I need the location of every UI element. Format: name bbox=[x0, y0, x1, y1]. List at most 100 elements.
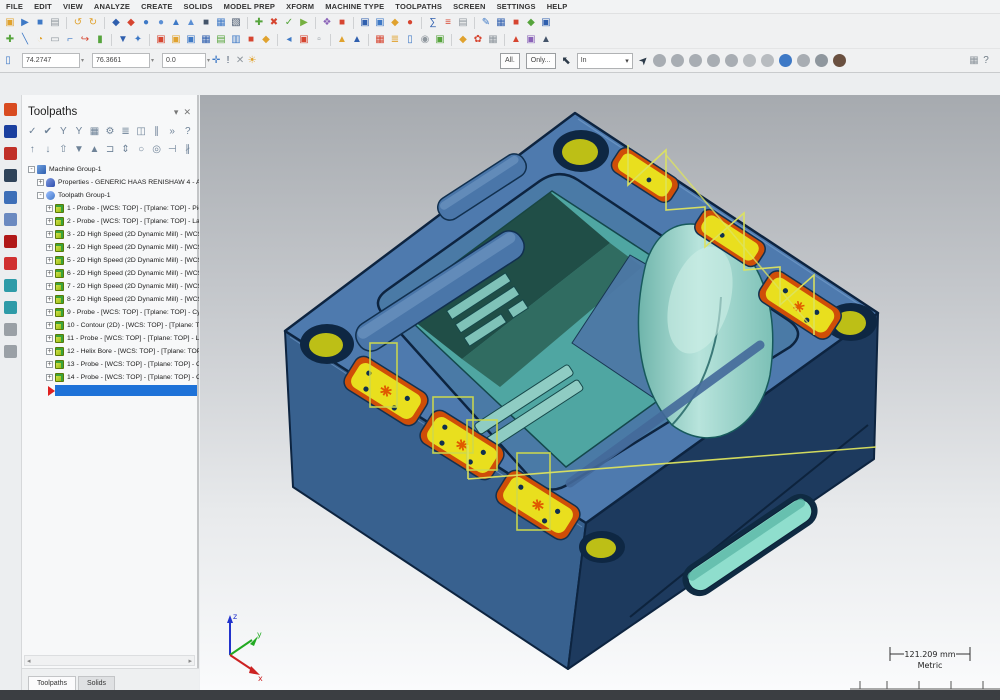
toolbar-icon[interactable]: ▲ bbox=[351, 34, 363, 46]
toolbar-icon[interactable]: ■ bbox=[245, 34, 257, 46]
toolbar-icon[interactable]: ▤ bbox=[215, 34, 227, 46]
toolpath-tree-item[interactable]: +8 - 2D High Speed (2D Dynamic Mill) - [… bbox=[22, 293, 199, 306]
panel-horizontal-scrollbar[interactable]: ◂ ▸ bbox=[24, 655, 195, 666]
insert-selection-bar[interactable] bbox=[55, 385, 197, 396]
toolbar-icon[interactable]: ◆ bbox=[260, 34, 272, 46]
toolbar-icon[interactable]: ▣ bbox=[540, 17, 552, 29]
panel-toolbar-icon[interactable]: ✔ bbox=[42, 125, 55, 138]
toolbar-icon[interactable]: ▣ bbox=[185, 34, 197, 46]
quick-mask-circle-button[interactable] bbox=[779, 54, 792, 67]
tree-expand-icon[interactable]: + bbox=[46, 361, 53, 368]
toolbar-icon[interactable]: ↺ bbox=[72, 17, 84, 29]
toolbar-icon[interactable]: ▤ bbox=[49, 17, 61, 29]
tree-expand-icon[interactable]: - bbox=[37, 192, 44, 199]
insert-arrow-icon[interactable] bbox=[48, 386, 55, 396]
toolbar-icon[interactable]: ▣ bbox=[170, 34, 182, 46]
toolpath-tree-item[interactable]: +13 - Probe - [WCS: TOP] - [Tplane: TOP]… bbox=[22, 358, 199, 371]
quick-mask-circle-button[interactable] bbox=[671, 54, 684, 67]
toolbar-icon[interactable]: ▣ bbox=[359, 17, 371, 29]
menu-model-prep[interactable]: MODEL PREP bbox=[224, 2, 275, 11]
tree-expand-icon[interactable]: + bbox=[46, 244, 53, 251]
toolbar-icon[interactable]: ✦ bbox=[132, 34, 144, 46]
panel-toolbar-icon[interactable]: ○ bbox=[135, 143, 148, 156]
toolpath-tree-item[interactable]: +14 - Probe - [WCS: TOP] - [Tplane: TOP]… bbox=[22, 371, 199, 384]
toolbar-icon[interactable]: ≡ bbox=[442, 17, 454, 29]
quick-mask-icon[interactable]: ⬉ bbox=[562, 54, 571, 67]
side-strip-icon[interactable] bbox=[4, 345, 17, 358]
coord-x-field[interactable] bbox=[22, 53, 80, 68]
tree-expand-icon[interactable]: + bbox=[37, 179, 44, 186]
toolbar-icon[interactable]: ↪ bbox=[79, 34, 91, 46]
toolpath-tree-item[interactable]: +10 - Contour (2D) - [WCS: TOP] - [Tplan… bbox=[22, 319, 199, 332]
quick-mask-circle-button[interactable] bbox=[797, 54, 810, 67]
quick-mask-circle-button[interactable] bbox=[815, 54, 828, 67]
panel-toolbar-icon[interactable]: ◫ bbox=[135, 125, 148, 138]
toolbar-icon[interactable]: ▣ bbox=[374, 17, 386, 29]
toolbar-icon[interactable]: ▫ bbox=[313, 34, 325, 46]
panel-toolbar-icon[interactable]: ✓ bbox=[26, 125, 39, 138]
toolbar-icon[interactable]: ◆ bbox=[525, 17, 537, 29]
tree-expand-icon[interactable]: + bbox=[46, 296, 53, 303]
toolbar-icon[interactable]: ▭ bbox=[49, 34, 61, 46]
toolbar-icon[interactable]: ▣ bbox=[298, 34, 310, 46]
autocursor-icon[interactable]: ✕ bbox=[234, 55, 246, 67]
menu-solids[interactable]: SOLIDS bbox=[184, 2, 213, 11]
side-strip-icon[interactable] bbox=[4, 213, 17, 226]
menu-machine-type[interactable]: MACHINE TYPE bbox=[325, 2, 384, 11]
toolbar-icon[interactable]: ✓ bbox=[283, 17, 295, 29]
side-strip-icon[interactable] bbox=[4, 235, 17, 248]
toolbar-icon[interactable]: ● bbox=[140, 17, 152, 29]
side-strip-icon[interactable] bbox=[4, 279, 17, 292]
toolbar-icon[interactable]: ◉ bbox=[419, 34, 431, 46]
toolbar-icon[interactable]: ■ bbox=[336, 17, 348, 29]
menu-screen[interactable]: SCREEN bbox=[453, 2, 485, 11]
select-only-button[interactable]: Only... bbox=[526, 53, 556, 69]
panel-toolbar-icon[interactable]: » bbox=[166, 125, 179, 138]
toolpath-tree-item[interactable]: +7 - 2D High Speed (2D Dynamic Mill) - [… bbox=[22, 280, 199, 293]
autocursor-icon[interactable]: ▯ bbox=[2, 55, 14, 67]
toolbar-icon[interactable]: ▧ bbox=[230, 17, 242, 29]
panel-toolbar-icon[interactable]: ≣ bbox=[119, 125, 132, 138]
tab-toolpaths[interactable]: Toolpaths bbox=[28, 676, 76, 690]
toolbar-icon[interactable]: ▤ bbox=[457, 17, 469, 29]
toolbar-icon[interactable]: ⌐ bbox=[64, 34, 76, 46]
panel-toolbar-icon[interactable]: ? bbox=[181, 125, 194, 138]
scroll-right-icon[interactable]: ▸ bbox=[188, 657, 192, 665]
toolbar-icon[interactable]: ∑ bbox=[427, 17, 439, 29]
toolpath-tree-item[interactable]: +2 - Probe - [WCS: TOP] - [Tplane: TOP] … bbox=[22, 215, 199, 228]
toolbar-icon[interactable]: ▯ bbox=[404, 34, 416, 46]
toolbar-icon[interactable]: ▲ bbox=[336, 34, 348, 46]
coord-x-dropdown-icon[interactable]: ▾ bbox=[81, 57, 84, 64]
side-strip-icon[interactable] bbox=[4, 323, 17, 336]
toolpath-tree-item[interactable]: -Machine Group-1 bbox=[22, 163, 199, 176]
panel-toolbar-icon[interactable]: ▦ bbox=[88, 125, 101, 138]
tree-expand-icon[interactable]: + bbox=[46, 205, 53, 212]
toolbar-icon[interactable]: ◆ bbox=[389, 17, 401, 29]
coord-y-dropdown-icon[interactable]: ▾ bbox=[151, 57, 154, 64]
side-strip-icon[interactable] bbox=[4, 125, 17, 138]
toolbar-icon[interactable]: ✖ bbox=[268, 17, 280, 29]
toolbar-icon[interactable]: ▥ bbox=[230, 34, 242, 46]
toolbar-icon[interactable]: ▣ bbox=[525, 34, 537, 46]
tree-expand-icon[interactable]: + bbox=[46, 218, 53, 225]
toolbar-icon[interactable]: ◆ bbox=[457, 34, 469, 46]
menu-xform[interactable]: XFORM bbox=[286, 2, 314, 11]
toolpath-tree-item[interactable]: -Toolpath Group-1 bbox=[22, 189, 199, 202]
toolbar-icon[interactable]: ▦ bbox=[495, 17, 507, 29]
toolbar-icon[interactable]: ▦ bbox=[215, 17, 227, 29]
side-strip-icon[interactable] bbox=[4, 191, 17, 204]
side-strip-icon[interactable] bbox=[4, 147, 17, 160]
toolbar-icon[interactable]: ■ bbox=[510, 17, 522, 29]
quick-mask-circle-button[interactable] bbox=[833, 54, 846, 67]
quick-mask-circle-button[interactable] bbox=[725, 54, 738, 67]
menu-help[interactable]: HELP bbox=[547, 2, 568, 11]
panel-toolbar-icon[interactable]: ⇧ bbox=[57, 143, 70, 156]
toolbar-icon[interactable]: ▣ bbox=[155, 34, 167, 46]
quick-mask-circle-button[interactable] bbox=[761, 54, 774, 67]
tree-expand-icon[interactable]: - bbox=[28, 166, 35, 173]
autocursor-icon[interactable]: ! bbox=[222, 55, 234, 67]
tree-expand-icon[interactable]: + bbox=[46, 231, 53, 238]
tree-expand-icon[interactable]: + bbox=[46, 322, 53, 329]
tree-expand-icon[interactable]: + bbox=[46, 374, 53, 381]
tree-expand-icon[interactable]: + bbox=[46, 257, 53, 264]
